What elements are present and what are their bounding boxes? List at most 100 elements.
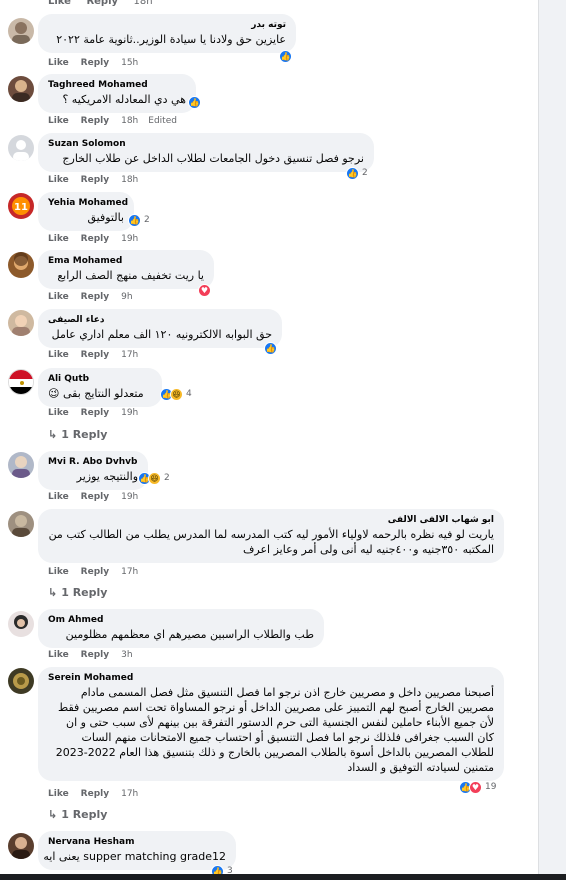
flag-avatar[interactable] bbox=[8, 369, 34, 395]
avatar[interactable] bbox=[8, 135, 34, 161]
comment-time: 18h bbox=[121, 175, 139, 185]
reply-arrow-icon: ↳ bbox=[48, 428, 58, 441]
view-replies-link[interactable]: ↳ 1 Reply bbox=[48, 428, 107, 441]
comment-bubble: Om Ahmed طب والطلاب الراسبين مصيرهم اي م… bbox=[38, 609, 324, 648]
comment-actions: Like Reply 17h bbox=[48, 350, 148, 360]
like-reaction-icon: 👍 bbox=[264, 341, 277, 355]
author-name[interactable]: Yehia Mohamed bbox=[48, 198, 128, 208]
reaction-count: 4 bbox=[186, 389, 192, 399]
comment-bubble: Nervana Hesham supper matching grade12 ي… bbox=[38, 831, 236, 870]
view-replies-label: 1 Reply bbox=[61, 428, 108, 441]
comment-time: 19h bbox=[121, 234, 139, 244]
comment-time: 17h bbox=[121, 350, 139, 360]
comment-text: بالتوفيق bbox=[87, 211, 124, 224]
reply-action[interactable]: Reply bbox=[81, 650, 109, 660]
like-action[interactable]: Like bbox=[48, 650, 69, 660]
author-name[interactable]: Om Ahmed bbox=[48, 615, 314, 625]
avatar[interactable] bbox=[8, 668, 34, 694]
avatar[interactable] bbox=[8, 452, 34, 478]
comment-time: 3h bbox=[121, 650, 133, 660]
reaction-summary[interactable]: 👍 bbox=[264, 341, 277, 355]
reaction-summary[interactable]: 👍 ♥ 19 bbox=[459, 780, 496, 794]
avatar[interactable] bbox=[8, 310, 34, 336]
author-name[interactable]: Ema Mohamed bbox=[48, 256, 204, 266]
like-reaction-icon: 👍 bbox=[279, 49, 292, 63]
comment-time: 17h bbox=[121, 789, 139, 799]
avatar[interactable] bbox=[8, 511, 34, 537]
like-action[interactable]: Like bbox=[48, 789, 69, 799]
author-name[interactable]: Serein Mohamed bbox=[48, 673, 494, 683]
like-action[interactable]: Like bbox=[48, 58, 69, 68]
view-replies-link[interactable]: ↳ 1 Reply bbox=[48, 808, 107, 821]
author-name[interactable]: دعاء الصيفى bbox=[48, 315, 272, 325]
love-reaction-icon: ♥ bbox=[469, 780, 482, 794]
like-action[interactable]: Like bbox=[48, 292, 69, 302]
reaction-count: 19 bbox=[485, 782, 497, 792]
comment-time: 19h bbox=[121, 408, 139, 418]
avatar[interactable] bbox=[8, 252, 34, 278]
reply-action[interactable]: Reply bbox=[81, 116, 109, 126]
reply-action[interactable]: Reply bbox=[81, 789, 109, 799]
reply-arrow-icon: ↳ bbox=[48, 808, 58, 821]
reply-action[interactable]: Reply bbox=[81, 408, 109, 418]
view-replies-link[interactable]: ↳ 1 Reply bbox=[48, 586, 107, 599]
reaction-count: 2 bbox=[362, 168, 368, 178]
like-action[interactable]: Like bbox=[48, 116, 69, 126]
comment-time: 19h bbox=[121, 492, 139, 502]
reply-action[interactable]: Reply bbox=[81, 492, 109, 502]
view-replies-label: 1 Reply bbox=[61, 586, 108, 599]
like-action[interactable]: Like bbox=[48, 0, 71, 7]
comment-time: 18h bbox=[121, 116, 139, 126]
reaction-summary[interactable]: 👍 bbox=[279, 49, 292, 63]
comment-bubble: Serein Mohamed أصبحنا مصريين داخل و مصري… bbox=[38, 667, 504, 781]
avatar[interactable] bbox=[8, 833, 34, 859]
like-action[interactable]: Like bbox=[48, 567, 69, 577]
edited-label: Edited bbox=[148, 116, 177, 126]
love-reaction-icon: ♥ bbox=[198, 283, 211, 297]
right-scrollbar-track[interactable] bbox=[538, 0, 566, 880]
comment-actions: Like Reply 19h bbox=[48, 492, 148, 502]
comment-bubble: Yehia Mohamed بالتوفيق bbox=[38, 192, 134, 231]
bottom-edge-bar bbox=[0, 874, 566, 880]
like-reaction-icon: 👍 bbox=[188, 95, 201, 109]
reply-action[interactable]: Reply bbox=[81, 175, 109, 185]
author-name[interactable]: توته بدر bbox=[48, 20, 286, 30]
reaction-count: 2 bbox=[144, 215, 150, 225]
comment-bubble: Mvi R. Abo Dvhvb والنتيجه يوزير bbox=[38, 451, 148, 490]
reaction-summary[interactable]: 👍 bbox=[188, 95, 201, 109]
comment-actions: Like Reply 18h Edited bbox=[48, 116, 187, 126]
reaction-summary[interactable]: ♥ bbox=[198, 283, 211, 297]
author-name[interactable]: Ali Qutb bbox=[48, 374, 152, 384]
author-name[interactable]: Taghreed Mohamed bbox=[48, 80, 186, 90]
reaction-summary[interactable]: 👍 2 bbox=[346, 166, 368, 180]
comment-text: نرجو فصل تنسيق دخول الجامعات لطلاب الداخ… bbox=[62, 152, 364, 165]
comment-time: 15h bbox=[121, 58, 139, 68]
haha-reaction-icon: 😆 bbox=[170, 387, 183, 401]
author-name[interactable]: Suzan Solomon bbox=[48, 139, 364, 149]
avatar[interactable]: 11 bbox=[8, 193, 34, 219]
comment-actions: Like Reply 18h bbox=[48, 175, 148, 185]
reply-action[interactable]: Reply bbox=[81, 567, 109, 577]
reaction-summary[interactable]: 👍 😆 4 bbox=[160, 387, 192, 401]
like-action[interactable]: Like bbox=[48, 350, 69, 360]
avatar[interactable] bbox=[8, 18, 34, 44]
reply-action[interactable]: Reply bbox=[81, 234, 109, 244]
reply-action[interactable]: Reply bbox=[81, 350, 109, 360]
author-name[interactable]: Nervana Hesham bbox=[48, 837, 226, 847]
like-action[interactable]: Like bbox=[48, 492, 69, 502]
reply-action[interactable]: Reply bbox=[81, 292, 109, 302]
reaction-summary[interactable]: 👍 2 bbox=[128, 213, 150, 227]
like-action[interactable]: Like bbox=[48, 175, 69, 185]
reply-action[interactable]: Reply bbox=[86, 0, 118, 7]
avatar[interactable] bbox=[8, 611, 34, 637]
like-action[interactable]: Like bbox=[48, 234, 69, 244]
author-name[interactable]: Mvi R. Abo Dvhvb bbox=[48, 457, 138, 467]
comment-bubble: Suzan Solomon نرجو فصل تنسيق دخول الجامع… bbox=[38, 133, 374, 172]
avatar[interactable] bbox=[8, 76, 34, 102]
comment-actions: Like Reply 15h bbox=[48, 58, 148, 68]
comment-actions: Like Reply 9h bbox=[48, 292, 143, 302]
author-name[interactable]: ابو شهاب الالفى الالفى bbox=[48, 515, 494, 525]
like-action[interactable]: Like bbox=[48, 408, 69, 418]
reply-action[interactable]: Reply bbox=[81, 58, 109, 68]
reaction-summary[interactable]: 👍 😆 2 bbox=[138, 471, 170, 485]
